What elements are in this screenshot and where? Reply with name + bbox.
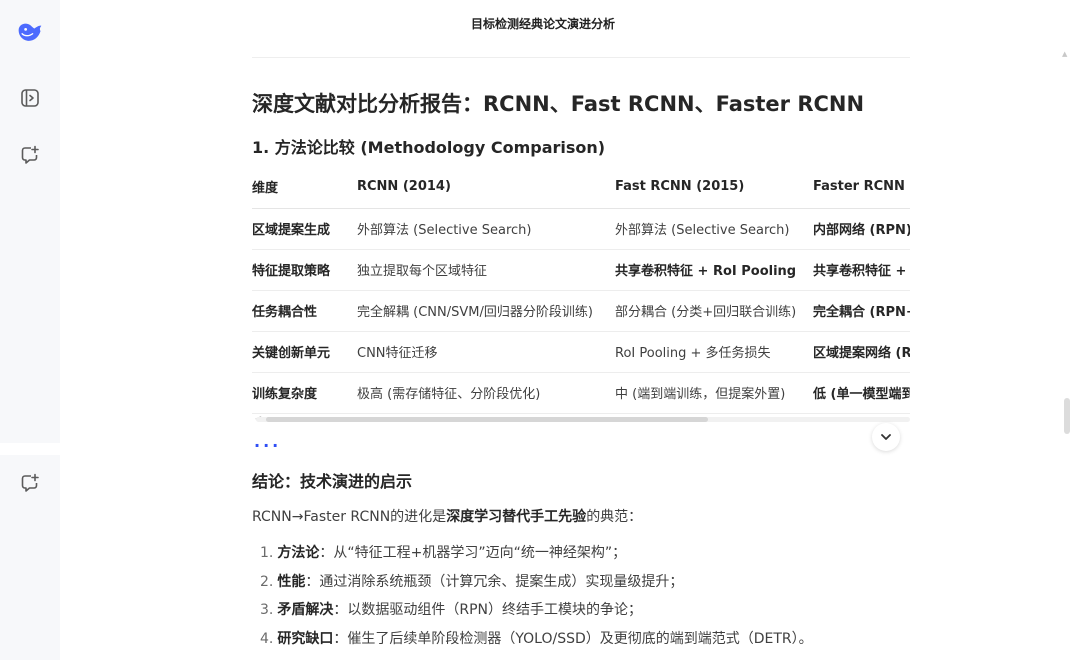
new-chat-icon[interactable] <box>16 141 44 169</box>
table-cell: 共享卷积特征 + RoI Pooling <box>813 249 910 291</box>
sidebar <box>0 0 60 443</box>
table-cell: 极高 (需存储特征、分阶段优化) <box>357 372 615 414</box>
list-item-keyword: 矛盾解决 <box>277 602 334 618</box>
header-divider <box>252 57 910 58</box>
new-chat-icon[interactable] <box>16 469 44 497</box>
table-cell: 内部网络 (RPN) <box>813 208 910 250</box>
list-item: 4. 研究缺口：催生了后续单阶段检测器（YOLO/SSD）及更彻底的端到端范式（D… <box>260 628 813 657</box>
table-row: 区域提案生成 外部算法 (Selective Search) 外部算法 (Sel… <box>252 208 910 250</box>
list-item: 3. 矛盾解决：以数据驱动组件（RPN）终结手工模块的争论； <box>260 599 813 628</box>
list-number: 1. <box>260 545 274 561</box>
table-horizontal-scrollbar[interactable]: ◀ <box>252 414 910 424</box>
list-item-text: ：催生了后续单阶段检测器（YOLO/SSD）及更彻底的端到端范式（DETR）。 <box>333 630 813 647</box>
section-title: 1. 方法论比较 (Methodology Comparison) <box>252 138 606 157</box>
table-cell: 外部算法 (Selective Search) <box>615 208 813 250</box>
conclusion-intro: RCNN→Faster RCNN的进化是深度学习替代手工先验的典范： <box>252 506 642 526</box>
table-cell: 部分耦合 (分类+回归联合训练) <box>615 290 813 332</box>
table-cell: 关键创新单元 <box>252 331 357 373</box>
conclusion-list: 1. 方法论：从“特征工程+机器学习”迈向“统一神经架构”； 2. 性能：通过消除系… <box>260 542 813 656</box>
table-cell: 区域提案生成 <box>252 208 357 250</box>
list-number: 4. <box>260 630 274 647</box>
table-cell: 特征提取策略 <box>252 249 357 291</box>
scroll-up-arrow-icon[interactable]: ▲ <box>1062 50 1067 58</box>
table-row: 关键创新单元 CNN特征迁移 RoI Pooling + 多任务损失 区域提案网… <box>252 331 910 373</box>
conversation-title[interactable]: 目标检测经典论文演进分析 <box>471 15 615 32</box>
table-cell: 训练复杂度 <box>252 372 357 414</box>
intro-suffix: 的典范： <box>586 509 643 525</box>
table-cell: 任务耦合性 <box>252 290 357 332</box>
table-header-cell: 维度 <box>252 166 357 209</box>
comparison-table: 维度 RCNN (2014) Fast RCNN (2015) Faster R… <box>252 166 910 414</box>
list-item-text: ：以数据驱动组件（RPN）终结手工模块的争论； <box>333 602 643 618</box>
list-item-keyword: 方法论 <box>277 545 320 561</box>
table-header-cell: RCNN (2014) <box>357 166 615 209</box>
table-cell: 区域提案网络 (RPN) <box>813 331 910 373</box>
scrollbar-thumb[interactable] <box>266 417 708 422</box>
sidebar-bottom <box>0 455 60 660</box>
top-bar: 目标检测经典论文演进分析 <box>60 0 1080 46</box>
list-item: 2. 性能：通过消除系统瓶颈（计算冗余、提案生成）实现量级提升； <box>260 571 813 600</box>
list-item-keyword: 性能 <box>277 573 306 590</box>
table-row: 特征提取策略 独立提取每个区域特征 共享卷积特征 + RoI Pooling 共… <box>252 249 910 291</box>
conclusion-title: 结论：技术演进的启示 <box>252 472 413 491</box>
list-item-text: ：通过消除系统瓶颈（计算冗余、提案生成）实现量级提升； <box>305 573 684 590</box>
table-cell: RoI Pooling + 多任务损失 <box>615 331 813 373</box>
table-cell: 完全解耦 (CNN/SVM/回归器分阶段训练) <box>357 290 615 332</box>
report-title: 深度文献对比分析报告：RCNN、Fast RCNN、Faster RCNN <box>252 92 865 116</box>
intro-emphasis: 深度学习替代手工先验 <box>446 509 587 525</box>
intro-prefix: RCNN→Faster RCNN的进化是 <box>252 509 447 525</box>
table-header-row: 维度 RCNN (2014) Fast RCNN (2015) Faster R… <box>252 166 910 209</box>
truncation-ellipsis: ... <box>254 432 282 451</box>
deepseek-whale-logo-icon[interactable] <box>16 18 44 46</box>
table-cell: 外部算法 (Selective Search) <box>357 208 615 250</box>
comparison-table-container[interactable]: 维度 RCNN (2014) Fast RCNN (2015) Faster R… <box>252 166 910 414</box>
list-item: 1. 方法论：从“特征工程+机器学习”迈向“统一神经架构”； <box>260 542 813 571</box>
table-cell: CNN特征迁移 <box>357 331 615 373</box>
table-row: 任务耦合性 完全解耦 (CNN/SVM/回归器分阶段训练) 部分耦合 (分类+回… <box>252 290 910 332</box>
table-cell: 完全耦合 (RPN+检测网络联合训练) <box>813 290 910 332</box>
table-cell: 中 (端到端训练，但提案外置) <box>615 372 813 414</box>
scrollbar-thumb[interactable] <box>1064 398 1070 434</box>
table-row: 训练复杂度 极高 (需存储特征、分阶段优化) 中 (端到端训练，但提案外置) 低… <box>252 372 910 414</box>
list-number: 2. <box>260 573 274 590</box>
table-cell: 低 (单一模型端到端) <box>813 372 910 414</box>
table-cell: 独立提取每个区域特征 <box>357 249 615 291</box>
list-number: 3. <box>260 602 274 618</box>
page-vertical-scrollbar[interactable]: ▲ <box>1062 42 1072 660</box>
sidebar-toggle-icon[interactable] <box>16 84 44 112</box>
table-header-cell: Fast RCNN (2015) <box>615 166 813 209</box>
scroll-down-button[interactable] <box>872 423 900 451</box>
list-item-text: ：从“特征工程+机器学习”迈向“统一神经架构”； <box>319 545 627 561</box>
table-header-cell: Faster RCNN (2016) <box>813 166 910 209</box>
table-cell: 共享卷积特征 + RoI Pooling <box>615 249 813 291</box>
chevron-down-icon <box>881 434 891 440</box>
list-item-keyword: 研究缺口 <box>277 630 334 647</box>
